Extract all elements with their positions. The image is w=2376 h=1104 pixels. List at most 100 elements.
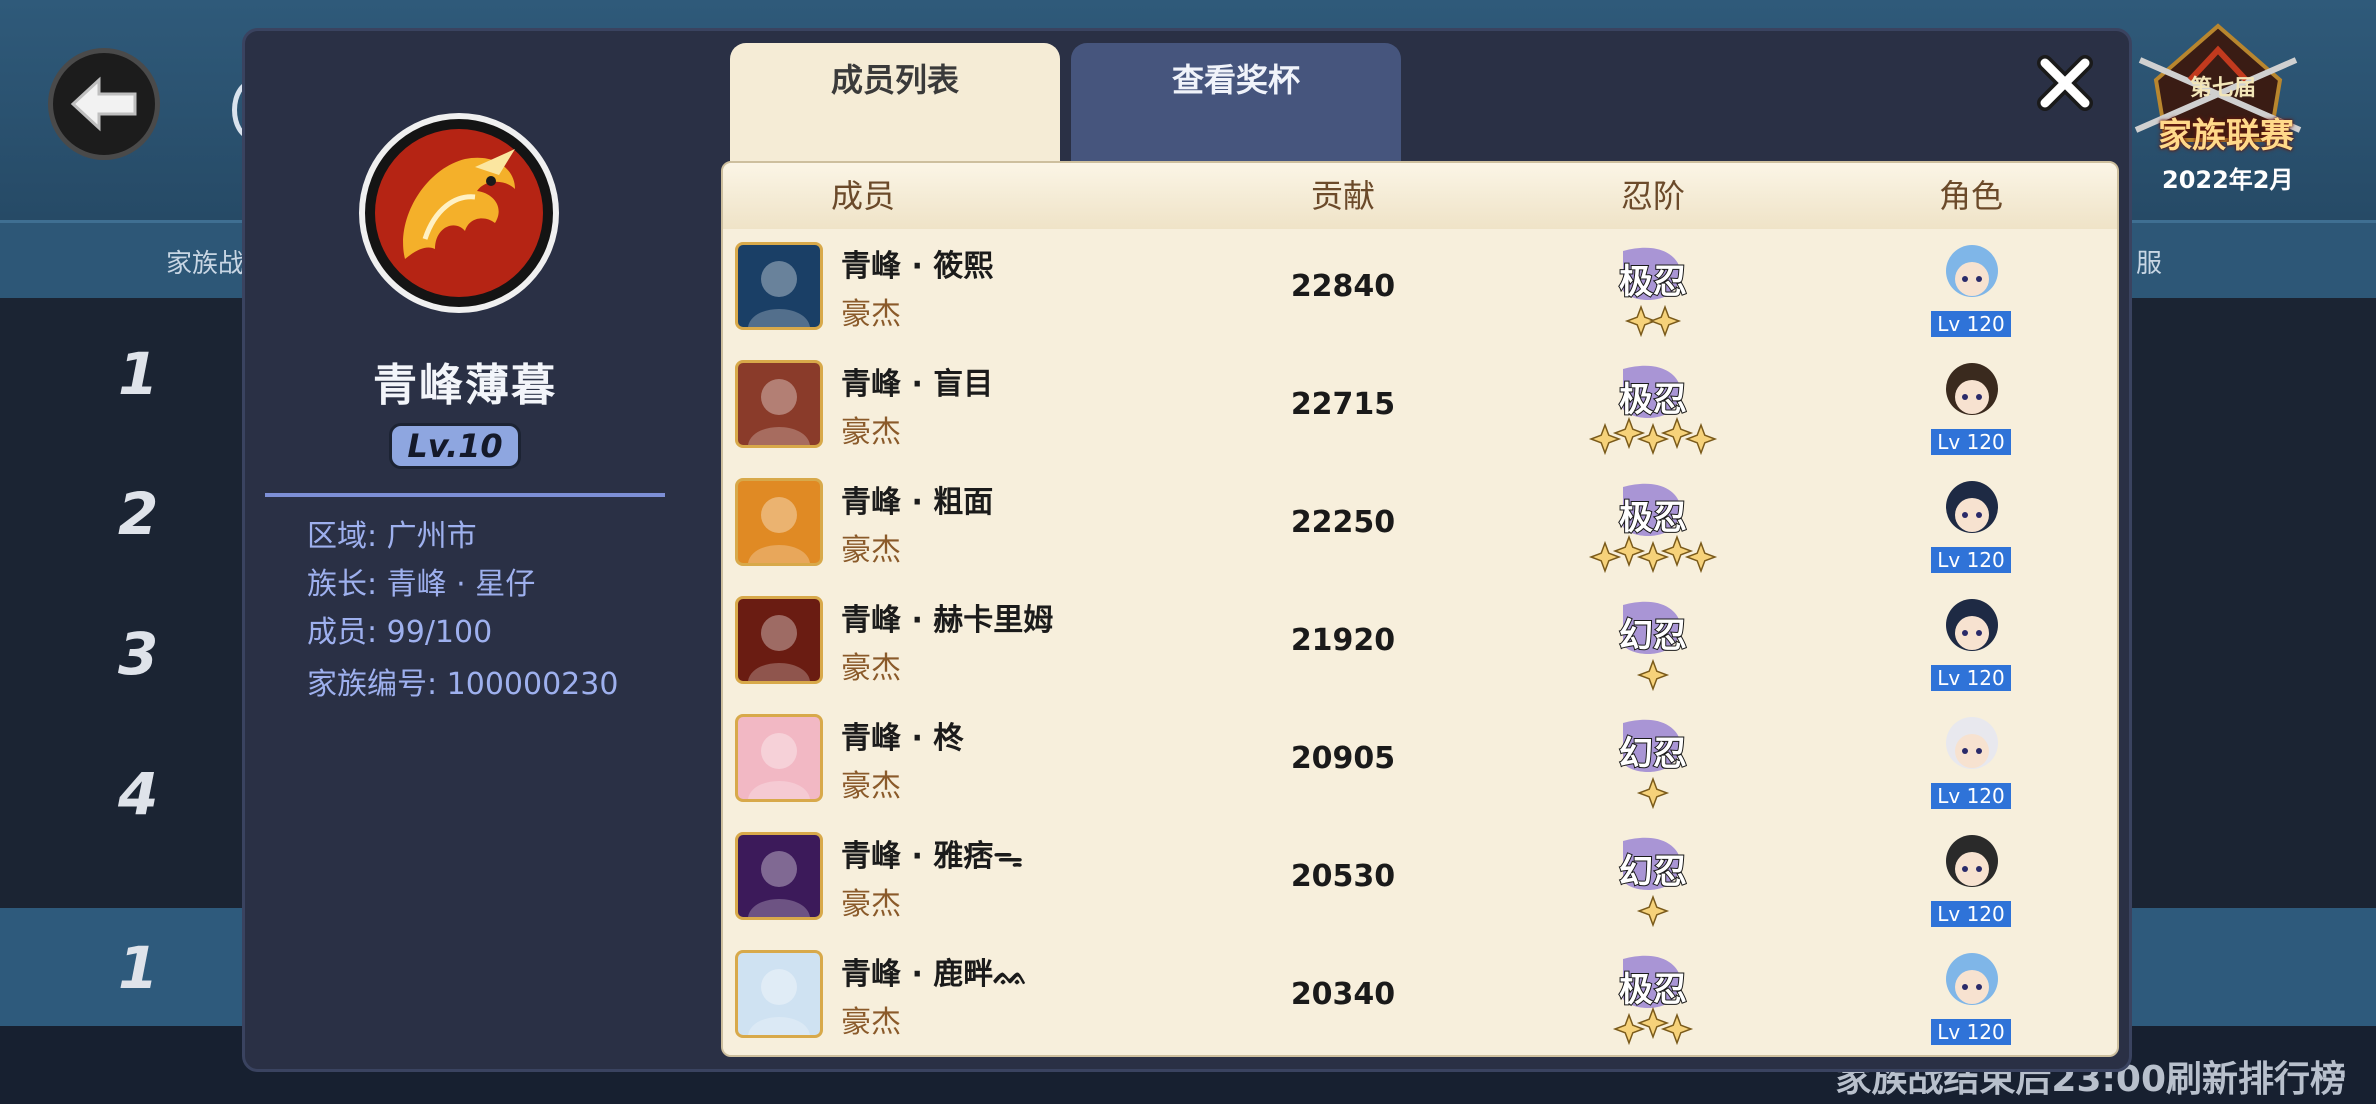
member-title: 豪杰	[841, 415, 901, 450]
role-avatar-icon	[1946, 363, 1998, 415]
table-row[interactable]: 青峰 · 盲目 豪杰 22715 极忍 Lv 120	[723, 347, 2117, 468]
role-level: Lv 120	[1931, 783, 2011, 809]
star-icon	[1636, 540, 1670, 574]
star-icon	[1660, 416, 1694, 450]
rank-emblem-icon: 极忍	[1588, 365, 1718, 456]
star-icon	[1636, 658, 1670, 692]
rank-label: 幻忍	[1619, 852, 1687, 892]
close-button[interactable]	[2035, 53, 2095, 113]
arrow-left-icon	[70, 76, 137, 132]
star-icon	[1636, 776, 1670, 810]
family-level-badge: Lv.10	[389, 423, 521, 469]
table-row[interactable]: 青峰 · 鹿畔ᨐ 豪杰 20340 极忍 Lv 120	[723, 937, 2117, 1055]
header-rank: 忍阶	[1620, 177, 1685, 215]
family-id: 家族编号: 100000230	[307, 667, 619, 702]
role-level: Lv 120	[1931, 901, 2011, 927]
member-contribution: 20530	[1290, 859, 1396, 894]
role-avatar-icon	[1946, 835, 1998, 887]
star-icon	[1588, 540, 1622, 574]
ninja-rank-badge: 极忍	[1553, 241, 1753, 338]
role-level: Lv 120	[1931, 1019, 2011, 1045]
tab-view-trophies[interactable]: 查看奖杯	[1071, 43, 1401, 161]
member-role[interactable]: Lv 120	[1931, 711, 2011, 811]
member-contribution: 21920	[1290, 623, 1396, 658]
member-avatar[interactable]	[735, 596, 823, 684]
family-member-count: 成员: 99/100	[307, 615, 493, 650]
rank-label: 极忍	[1619, 498, 1687, 538]
member-avatar[interactable]	[735, 242, 823, 330]
star-icon	[1684, 540, 1718, 574]
member-role[interactable]: Lv 120	[1931, 475, 2011, 575]
avatar-portrait-icon	[748, 379, 810, 445]
rank-emblem-icon: 极忍	[1618, 247, 1688, 338]
avatar-portrait-icon	[748, 851, 810, 917]
back-button[interactable]	[48, 48, 160, 160]
member-name: 青峰 · 粗面	[841, 485, 994, 520]
star-icon	[1660, 534, 1694, 568]
member-name: 青峰 · 鹿畔ᨐ	[841, 957, 1029, 992]
member-name: 青峰 · 赫卡里姆	[841, 603, 1054, 638]
table-row[interactable]: 青峰 · 柊豪杰 20905 幻忍 Lv 120	[723, 701, 2117, 822]
rank-label: 幻忍	[1619, 616, 1687, 656]
member-name: 青峰 · 雅痞ᯓ	[841, 839, 1023, 874]
member-avatar[interactable]	[735, 714, 823, 802]
member-title: 豪杰	[841, 297, 901, 332]
member-title: 豪杰	[841, 533, 901, 568]
rank-label: 幻忍	[1619, 734, 1687, 774]
avatar-portrait-icon	[748, 733, 810, 799]
table-header: 成员 贡献 忍阶 角色	[723, 163, 2117, 231]
rank-emblem-icon: 极忍	[1612, 955, 1694, 1046]
strip-tab-family-war[interactable]: 家族战	[166, 243, 244, 280]
rank-emblem-icon: 幻忍	[1618, 601, 1688, 692]
rank-number: 4	[118, 760, 159, 828]
member-name: 青峰 · 盲目	[841, 367, 994, 402]
tab-member-list[interactable]: 成员列表	[730, 43, 1060, 161]
member-avatar[interactable]	[735, 478, 823, 566]
star-icon	[1612, 1012, 1646, 1046]
avatar-portrait-icon	[748, 615, 810, 681]
family-region: 区域: 广州市	[307, 519, 477, 554]
member-role[interactable]: Lv 120	[1931, 357, 2011, 457]
family-emblem	[359, 113, 559, 313]
header-role: 角色	[1938, 177, 2003, 215]
member-avatar[interactable]	[735, 832, 823, 920]
member-role[interactable]: Lv 120	[1931, 239, 2011, 339]
member-role[interactable]: Lv 120	[1931, 829, 2011, 929]
role-level: Lv 120	[1931, 547, 2011, 573]
close-icon	[2037, 55, 2093, 111]
rank-number: 1	[118, 340, 159, 408]
family-leader: 族长: 青峰 · 星仔	[307, 567, 536, 602]
table-row[interactable]: 青峰 · 雅痞ᯓ 豪杰 20530 幻忍 Lv 120	[723, 819, 2117, 940]
role-level: Lv 120	[1931, 311, 2011, 337]
event-date: 2022年2月	[2162, 166, 2294, 194]
member-title: 豪杰	[841, 651, 901, 686]
member-contribution: 20340	[1290, 977, 1396, 1012]
star-icon	[1684, 422, 1718, 456]
table-row[interactable]: 青峰 · 筱熙 豪杰 22840 极忍 Lv 120	[723, 229, 2117, 350]
strip-tab-server[interactable]: 服	[2136, 243, 2162, 280]
my-rank-number: 1	[118, 934, 159, 1002]
rank-label: 极忍	[1619, 970, 1687, 1010]
table-row[interactable]: 青峰 · 粗面 豪杰 22250 极忍 Lv 120	[723, 465, 2117, 586]
star-icon	[1660, 1012, 1694, 1046]
member-contribution: 20905	[1290, 741, 1396, 776]
table-row[interactable]: 青峰 · 赫卡里姆 豪杰 21920 幻忍 Lv 120	[723, 583, 2117, 704]
ninja-rank-badge: 幻忍	[1553, 831, 1753, 928]
star-icon	[1588, 422, 1622, 456]
member-role[interactable]: Lv 120	[1931, 947, 2011, 1047]
star-icon	[1612, 534, 1646, 568]
event-badge[interactable]: 第七届 家族联赛 2022年2月	[2130, 20, 2306, 200]
member-role[interactable]: Lv 120	[1931, 593, 2011, 693]
member-avatar[interactable]	[735, 950, 823, 1038]
star-icon	[1648, 304, 1682, 338]
family-info-panel: 青峰薄暮 Lv.10 区域: 广州市 族长: 青峰 · 星仔 成员: 99/10…	[245, 31, 685, 1069]
rank-label: 极忍	[1619, 262, 1687, 302]
member-title: 豪杰	[841, 887, 901, 922]
member-avatar[interactable]	[735, 360, 823, 448]
star-icon	[1636, 894, 1670, 928]
member-name: 青峰 · 筱熙	[841, 249, 994, 284]
member-contribution: 22250	[1290, 505, 1396, 540]
role-avatar-icon	[1946, 481, 1998, 533]
ninja-rank-badge: 极忍	[1553, 949, 1753, 1046]
role-avatar-icon	[1946, 599, 1998, 651]
